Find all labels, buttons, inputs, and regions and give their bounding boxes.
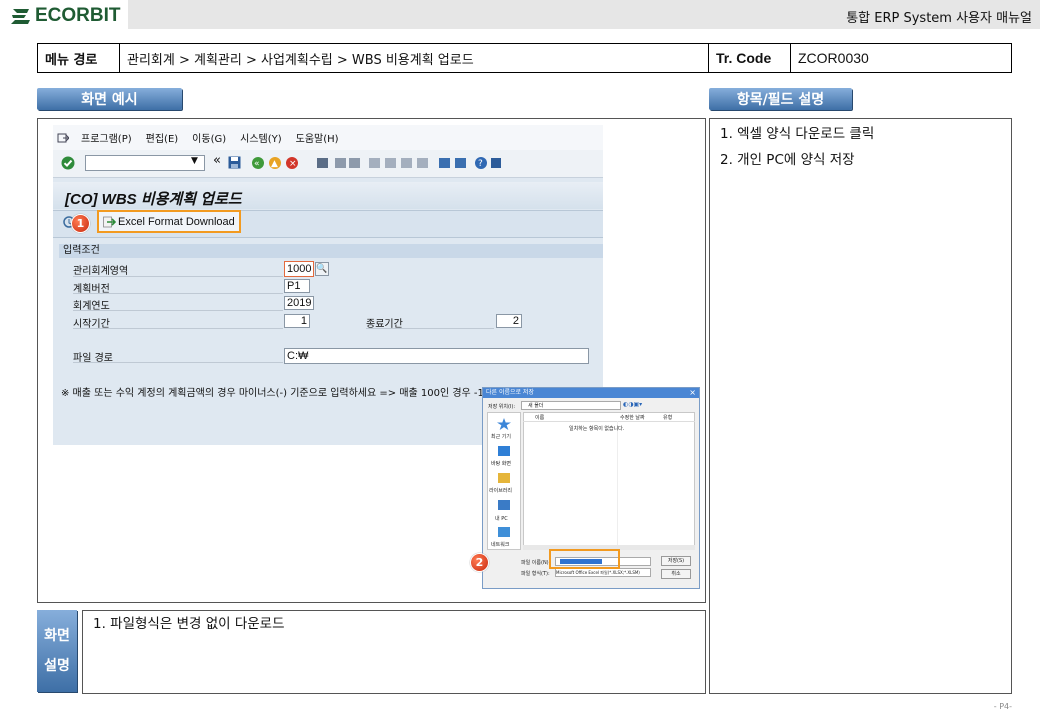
- col-type-header[interactable]: 유형: [663, 414, 672, 421]
- menu-system[interactable]: 시스템(Y): [240, 130, 282, 145]
- screen-example-tab: 화면 예시: [37, 88, 182, 110]
- menu-edit[interactable]: 편집(E): [146, 130, 179, 145]
- filename-highlight-box: [549, 549, 620, 569]
- screen-desc-item-1: 1. 파일형식은 변경 없이 다운로드: [93, 616, 285, 632]
- menu-path-table: 메뉴 경로 관리회계 > 계획관리 > 사업계획수립 > WBS 비용계획 업로…: [37, 43, 1012, 73]
- manual-title: 통합 ERP System 사용자 매뉴얼: [846, 11, 1032, 26]
- field-desc-panel: 1. 엑셀 양식 다운로드 클릭 2. 개인 PC에 양식 저장: [709, 118, 1012, 694]
- toolbar-function-icons[interactable]: ?: [311, 155, 501, 171]
- row-line: [73, 362, 283, 363]
- field-desc-item-2: 2. 개인 PC에 양식 저장: [720, 152, 855, 168]
- menu-path-value: 관리회계 > 계획관리 > 사업계획수립 > WBS 비용계획 업로드: [120, 44, 709, 72]
- end-period-input[interactable]: 2: [496, 314, 522, 328]
- file-path-input[interactable]: C:₩: [284, 348, 589, 364]
- network-icon[interactable]: [498, 527, 510, 537]
- tr-code-label: Tr. Code: [709, 44, 791, 72]
- logo-mark-icon: [11, 9, 30, 24]
- field-desc-tab: 항목/필드 설명: [709, 88, 852, 110]
- step-marker-2: 2: [470, 553, 489, 572]
- filetype-select[interactable]: Microsoft Office Excel 파일(*.XLSX;*.XLSM): [555, 568, 651, 577]
- screen-desc-panel: 1. 파일형식은 변경 없이 다운로드: [82, 610, 706, 694]
- enter-check-icon[interactable]: [61, 156, 75, 170]
- excel-format-download-button[interactable]: Excel Format Download: [97, 210, 241, 233]
- col-divider: [617, 421, 618, 546]
- row-line: [73, 293, 283, 294]
- version-input[interactable]: P1: [284, 279, 310, 293]
- save-button[interactable]: 저장(S): [661, 556, 691, 566]
- step-marker-1: 1: [71, 214, 90, 233]
- logo-text: ECORBIT: [35, 5, 121, 26]
- dialog-close-icon[interactable]: ×: [689, 388, 696, 398]
- svg-text:?: ?: [478, 159, 483, 169]
- menu-help[interactable]: 도움말(H): [296, 130, 339, 145]
- sap-toolbar: ▼ « « ▲ × ?: [53, 150, 603, 178]
- year-input[interactable]: 2019: [284, 296, 314, 310]
- file-list[interactable]: [523, 412, 695, 550]
- menu-goto[interactable]: 이동(G): [192, 130, 226, 145]
- excel-format-download-label: Excel Format Download: [118, 215, 235, 228]
- library-icon[interactable]: [498, 473, 510, 483]
- place-desktop[interactable]: 바탕 화면: [491, 460, 511, 467]
- search-help-icon[interactable]: 🔍: [315, 262, 329, 276]
- area-label: 관리회계영역: [73, 266, 129, 277]
- row-line: [366, 328, 494, 329]
- col-date-header[interactable]: 수정한 날짜: [620, 414, 645, 421]
- tr-code-value: ZCOR0030: [798, 50, 869, 66]
- page-number: - P4-: [993, 702, 1012, 711]
- row-line: [73, 328, 283, 329]
- place-library[interactable]: 라이브러리: [489, 487, 512, 494]
- place-pc[interactable]: 내 PC: [495, 515, 508, 522]
- row-line: [73, 310, 283, 311]
- dialog-title: 다른 이름으로 저장: [483, 388, 699, 398]
- col-name-header[interactable]: 이름: [535, 414, 544, 421]
- sap-menubar: 프로그램(P) 편집(E) 이동(G) 시스템(Y) 도움말(H): [53, 125, 603, 150]
- dialog-nav-icons[interactable]: ◐◑▣▾: [623, 401, 653, 410]
- list-header-line: [523, 421, 695, 422]
- filetype-label: 파일 형식(T):: [521, 571, 550, 577]
- svg-text:«: «: [254, 159, 260, 169]
- logo: ECORBIT: [10, 5, 121, 26]
- area-input[interactable]: 1000: [284, 261, 314, 277]
- row-line: [73, 276, 283, 277]
- sap-screen-title: [CO] WBS 비용계획 업로드: [65, 191, 242, 208]
- field-desc-item-1: 1. 엑셀 양식 다운로드 클릭: [720, 126, 875, 142]
- start-period-input[interactable]: 1: [284, 314, 310, 328]
- command-field[interactable]: [85, 155, 205, 171]
- place-recent[interactable]: 최근 기기: [491, 433, 511, 440]
- filename-label: 파일 이름(N):: [521, 560, 551, 566]
- empty-message: 일치하는 항목이 없습니다.: [569, 426, 625, 432]
- screen-desc-tab-line1: 화면: [44, 628, 70, 644]
- save-icon[interactable]: [228, 156, 241, 169]
- collapse-icon[interactable]: «: [213, 153, 221, 168]
- download-arrow-icon: [103, 216, 116, 227]
- svg-text:×: ×: [289, 159, 297, 169]
- pc-icon[interactable]: [498, 500, 510, 510]
- screen-desc-tab-line2: 설명: [44, 658, 70, 674]
- nav-buttons-icon[interactable]: « ▲ ×: [251, 155, 305, 171]
- command-dropdown-icon[interactable]: ▼: [191, 156, 198, 166]
- menu-path-label: 메뉴 경로: [38, 44, 120, 72]
- cancel-button[interactable]: 취소: [661, 569, 691, 579]
- save-in-select[interactable]: 새 폴더: [521, 401, 621, 410]
- place-network[interactable]: 네트워크: [491, 541, 509, 548]
- svg-text:▲: ▲: [271, 159, 278, 169]
- desktop-icon[interactable]: [498, 446, 510, 456]
- input-note: ※ 매출 또는 수익 계정의 계획금액의 경우 마이너스(-) 기준으로 입력하…: [61, 388, 519, 399]
- menu-program[interactable]: 프로그램(P): [81, 130, 132, 145]
- screen-desc-tab: 화면 설명: [37, 610, 77, 692]
- input-conditions-header: 입력조건: [59, 244, 603, 258]
- save-in-label: 저장 위치(I):: [488, 404, 516, 410]
- exit-icon[interactable]: [57, 133, 69, 143]
